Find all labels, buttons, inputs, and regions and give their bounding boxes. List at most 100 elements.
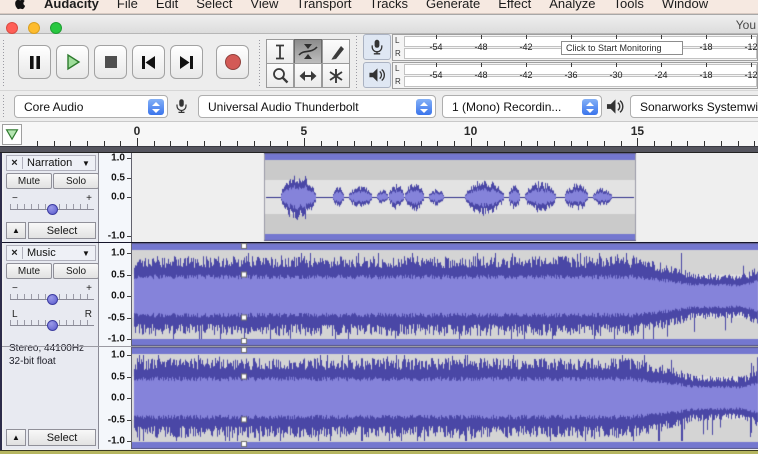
ruler-label: 5 (300, 124, 307, 138)
amplitude-label: 1.0 (111, 350, 125, 361)
narration-track-panel: × Narration ▼ Mute Solo − + ▲ Select (4, 153, 99, 242)
music-select-button[interactable]: Select (28, 429, 96, 446)
menu-item-analyze[interactable]: Analyze (549, 0, 595, 11)
stop-button[interactable] (94, 45, 127, 79)
music-mute-button[interactable]: Mute (6, 263, 52, 279)
narration-mute-button[interactable]: Mute (6, 173, 52, 189)
skip-to-end-button[interactable] (170, 45, 203, 79)
stop-icon (104, 55, 118, 69)
menu-item-window[interactable]: Window (662, 0, 708, 11)
menu-item-edit[interactable]: Edit (156, 0, 178, 11)
narration-close-button[interactable]: × (7, 157, 23, 169)
music-gain-slider[interactable]: − + (10, 283, 94, 305)
multi-tool-button[interactable] (322, 63, 350, 88)
menu-item-transport[interactable]: Transport (296, 0, 351, 11)
music-pan-slider[interactable]: L R (10, 309, 94, 331)
music-track-name[interactable]: Music (23, 247, 82, 259)
menu-item-effect[interactable]: Effect (498, 0, 531, 11)
menu-item-file[interactable]: File (117, 0, 138, 11)
music-menu-arrow-icon[interactable]: ▼ (82, 249, 95, 258)
narration-collapse-button[interactable]: ▲ (6, 222, 26, 239)
music-left-waveform[interactable] (132, 243, 758, 346)
meter-tick (661, 35, 662, 39)
device-toolbar: Core Audio Universal Audio Thunderbolt 1… (0, 90, 758, 122)
minimize-window-button[interactable] (28, 22, 40, 34)
music-collapse-button[interactable]: ▲ (6, 429, 26, 446)
amplitude-label: -0.5 (108, 312, 125, 323)
audio-host-select[interactable]: Core Audio (14, 95, 168, 118)
pause-button[interactable] (18, 45, 51, 79)
narration-solo-button[interactable]: Solo (53, 173, 99, 189)
record-button[interactable] (216, 45, 249, 79)
envelope-tool-button[interactable] (294, 39, 322, 64)
menu-item-select[interactable]: Select (196, 0, 232, 11)
recording-meter[interactable]: LR-54-48-42-36-30-24-18-12Click to Start… (392, 34, 758, 61)
amplitude-tick (127, 318, 131, 319)
play-button[interactable] (56, 45, 89, 79)
zoom-window-button[interactable] (50, 22, 62, 34)
apple-menu-icon[interactable] (14, 0, 26, 10)
music-solo-button[interactable]: Solo (53, 263, 99, 279)
narration-select-button[interactable]: Select (28, 222, 96, 239)
playback-meter-speaker-button[interactable] (363, 62, 391, 88)
tools-toolbar-grip[interactable] (259, 40, 263, 86)
host-select-stepper-icon[interactable] (148, 99, 164, 115)
narration-menu-arrow-icon[interactable]: ▼ (82, 159, 95, 168)
multi-tool-icon (328, 68, 344, 84)
draw-tool-button[interactable] (322, 39, 350, 64)
amplitude-label: -1.0 (108, 436, 125, 447)
selection-tool-button[interactable] (266, 39, 294, 64)
timeline-ruler[interactable]: 051015 (0, 122, 758, 153)
amplitude-label: 0.0 (111, 192, 125, 203)
draw-tool-icon (328, 43, 345, 60)
ruler-tick (304, 138, 305, 146)
ruler-label: 10 (464, 124, 477, 138)
recording-channels-select[interactable]: 1 (Mono) Recordin... (442, 95, 602, 118)
zoom-tool-button[interactable] (266, 63, 294, 88)
narration-gain-thumb[interactable] (47, 204, 58, 215)
menu-item-generate[interactable]: Generate (426, 0, 480, 11)
meter-channel-label: R (395, 78, 401, 86)
menu-item-tools[interactable]: Tools (614, 0, 644, 11)
meter-scale-number: -18 (699, 42, 712, 52)
meter-scale-number: -12 (744, 70, 757, 80)
timeshift-tool-icon (299, 69, 317, 83)
playback-device-select[interactable]: Sonarworks Systemwid (630, 95, 758, 118)
zoom-tool-icon (272, 67, 289, 84)
recording-device-select[interactable]: Universal Audio Thunderbolt (198, 95, 436, 118)
meter-toolbar-grip[interactable] (356, 36, 360, 88)
device-toolbar-grip[interactable] (3, 95, 7, 119)
recording-device-stepper-icon[interactable] (416, 99, 432, 115)
music-close-button[interactable]: × (7, 247, 23, 259)
music-left-vertical-ruler[interactable]: 1.00.50.0-0.5-1.0 (99, 243, 132, 346)
narration-waveform[interactable] (132, 153, 758, 242)
track-area: × Narration ▼ Mute Solo − + ▲ Select 1.0… (0, 153, 758, 450)
close-window-button[interactable] (6, 22, 18, 34)
menu-item-view[interactable]: View (250, 0, 278, 11)
transport-toolbar-grip[interactable] (3, 40, 7, 86)
music-pan-thumb[interactable] (47, 320, 58, 331)
window-title-bar: You (0, 14, 758, 34)
focused-track-bottom-border (0, 450, 758, 454)
music-right-waveform[interactable] (132, 347, 758, 449)
amplitude-label: 0.0 (111, 393, 125, 404)
music-gain-thumb[interactable] (47, 294, 58, 305)
ruler-tick (137, 138, 138, 146)
narration-gain-slider[interactable]: − + (10, 193, 94, 215)
recording-channels-stepper-icon[interactable] (582, 99, 598, 115)
music-right-vertical-ruler[interactable]: 1.00.50.0-0.5-1.0 (99, 347, 132, 449)
music-track-bitdepth-info: 32-bit float (9, 356, 56, 367)
narration-track-name[interactable]: Narration (23, 157, 82, 169)
menu-item-tracks[interactable]: Tracks (370, 0, 409, 11)
play-icon (64, 53, 82, 71)
meter-monitoring-overlay[interactable]: Click to Start Monitoring (561, 41, 683, 55)
narration-vertical-ruler[interactable]: 1.00.50.0-1.0 (99, 153, 132, 242)
meter-tick (616, 63, 617, 67)
pinned-play-head-button[interactable] (2, 124, 22, 145)
menu-app-name[interactable]: Audacity (44, 0, 99, 11)
skip-to-start-button[interactable] (132, 45, 165, 79)
amplitude-tick (127, 339, 131, 340)
record-meter-mic-button[interactable] (363, 34, 391, 60)
timeshift-tool-button[interactable] (294, 63, 322, 88)
playback-meter[interactable]: LR-54-48-42-36-30-24-18-12 (392, 62, 758, 89)
